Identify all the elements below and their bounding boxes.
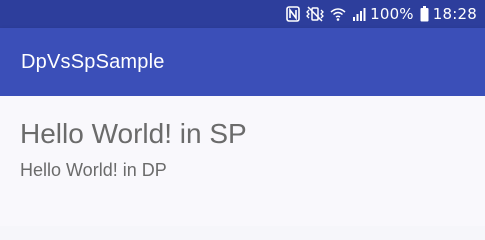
battery-icon [420,5,429,23]
status-bar: 100% 18:28 [0,0,485,28]
hello-text-dp: Hello World! in DP [20,160,167,180]
app-screen: 100% 18:28 DpVsSpSample Hello World! in … [0,0,485,226]
app-title: DpVsSpSample [21,50,165,73]
clock: 18:28 [432,5,477,23]
main-content: Hello World! in SP Hello World! in DP [0,96,485,226]
wifi-icon [330,5,346,23]
nfc-icon [286,5,300,23]
app-bar: DpVsSpSample [0,28,485,96]
signal-icon [352,5,366,23]
battery-percentage: 100% [370,5,414,23]
hello-text-sp: Hello World! in SP [20,118,247,149]
vibrate-mute-icon [306,5,324,23]
